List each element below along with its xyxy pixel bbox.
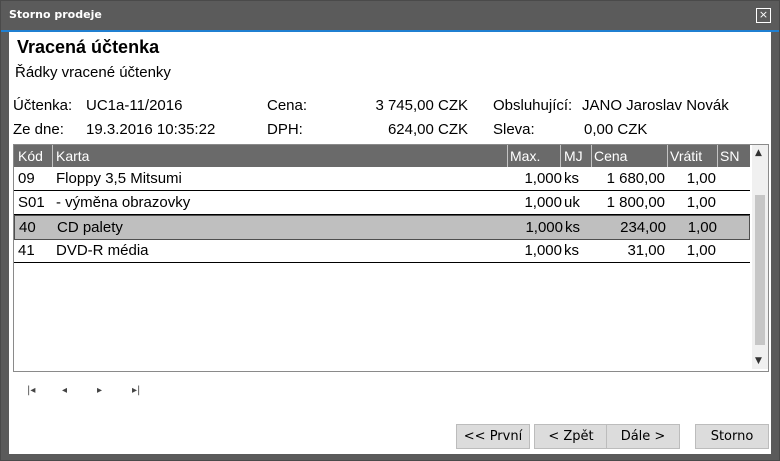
close-icon[interactable]: ×	[756, 8, 771, 23]
dialog-window: Storno prodeje × Vracená účtenka Řádky v…	[0, 0, 780, 461]
title-bar: Storno prodeje ×	[1, 1, 779, 32]
sleva-label: Sleva:	[493, 121, 535, 138]
uctenka-value: UC1a-11/2016	[86, 97, 183, 114]
cell-kod: 09	[18, 170, 35, 187]
cell-kod: S01	[18, 194, 45, 211]
cell-cena: 31,00	[627, 242, 665, 259]
cell-mj: ks	[564, 170, 579, 187]
right-border	[771, 32, 779, 460]
first-record-icon[interactable]: |◂	[27, 385, 35, 396]
cell-vratit: 1,00	[686, 170, 716, 187]
next-record-icon[interactable]: ▸	[97, 385, 102, 396]
page-subtitle: Řádky vracené účtenky	[15, 64, 171, 81]
cell-cena: 234,00	[620, 219, 666, 236]
cell-max: 1,000	[525, 219, 563, 236]
cell-kod: 41	[18, 242, 35, 259]
datum-label: Ze dne:	[13, 121, 64, 138]
grid-scrollbar[interactable]: ▲ ▼	[752, 145, 768, 369]
dph-label: DPH:	[267, 121, 303, 138]
window-title: Storno prodeje	[9, 8, 102, 21]
cell-vratit: 1,00	[686, 242, 716, 259]
last-record-icon[interactable]: ▸|	[132, 385, 140, 396]
prev-record-icon[interactable]: ◂	[62, 385, 67, 396]
obsluhujici-label: Obsluhující:	[493, 97, 573, 114]
col-kod[interactable]: Kód	[18, 148, 43, 164]
items-grid[interactable]: Kód Karta Max. MJ Cena Vrátit SN 09 Flopp…	[13, 144, 769, 372]
scroll-down-icon[interactable]: ▼	[755, 356, 762, 366]
cell-karta: CD palety	[57, 219, 123, 236]
cell-vratit: 1,00	[687, 219, 717, 236]
grid-header: Kód Karta Max. MJ Cena Vrátit SN	[14, 145, 750, 167]
col-max[interactable]: Max.	[510, 148, 540, 164]
cell-karta: DVD-R média	[56, 242, 149, 259]
cena-value: 3 745,00 CZK	[375, 97, 468, 114]
col-karta[interactable]: Karta	[56, 148, 89, 164]
back-button[interactable]: < Zpět	[534, 424, 608, 449]
cell-mj: uk	[564, 194, 580, 211]
cell-max: 1,000	[524, 194, 562, 211]
uctenka-label: Účtenka:	[13, 97, 73, 114]
datum-value: 19.3.2016 10:35:22	[86, 121, 216, 138]
col-cena[interactable]: Cena	[594, 148, 627, 164]
left-border	[1, 32, 9, 460]
bottom-border	[1, 454, 779, 460]
scrollbar-thumb[interactable]	[755, 195, 765, 345]
cell-karta: Floppy 3,5 Mitsumi	[56, 170, 182, 187]
cell-mj: ks	[564, 242, 579, 259]
table-row[interactable]: 41 DVD-R média 1,000 ks 31,00 1,00	[14, 239, 750, 263]
obsluhujici-value: JANO Jaroslav Novák	[582, 97, 729, 114]
scroll-up-icon[interactable]: ▲	[755, 148, 762, 158]
cell-kod: 40	[19, 219, 36, 236]
page-title: Vracená účtenka	[17, 37, 160, 57]
storno-button[interactable]: Storno	[695, 424, 769, 449]
table-row[interactable]: 40 CD palety 1,000 ks 234,00 1,00	[14, 215, 750, 240]
next-button[interactable]: Dále >	[606, 424, 680, 449]
cell-cena: 1 680,00	[606, 170, 665, 187]
cell-vratit: 1,00	[686, 194, 716, 211]
cell-cena: 1 800,00	[606, 194, 665, 211]
col-mj[interactable]: MJ	[564, 148, 583, 164]
table-row[interactable]: 09 Floppy 3,5 Mitsumi 1,000 ks 1 680,00 1,00	[14, 167, 750, 191]
first-button[interactable]: << První	[456, 424, 530, 449]
cell-max: 1,000	[524, 170, 562, 187]
col-vratit[interactable]: Vrátit	[670, 148, 702, 164]
cena-label: Cena:	[267, 97, 308, 114]
sleva-value: 0,00 CZK	[584, 121, 648, 138]
cell-karta: - výměna obrazovky	[56, 194, 191, 211]
cell-mj: ks	[565, 219, 580, 236]
table-row[interactable]: S01 - výměna obrazovky 1,000 uk 1 800,00 1,00	[14, 191, 750, 215]
dph-value: 624,00 CZK	[387, 121, 468, 138]
col-sn[interactable]: SN	[720, 148, 739, 164]
cell-max: 1,000	[524, 242, 562, 259]
